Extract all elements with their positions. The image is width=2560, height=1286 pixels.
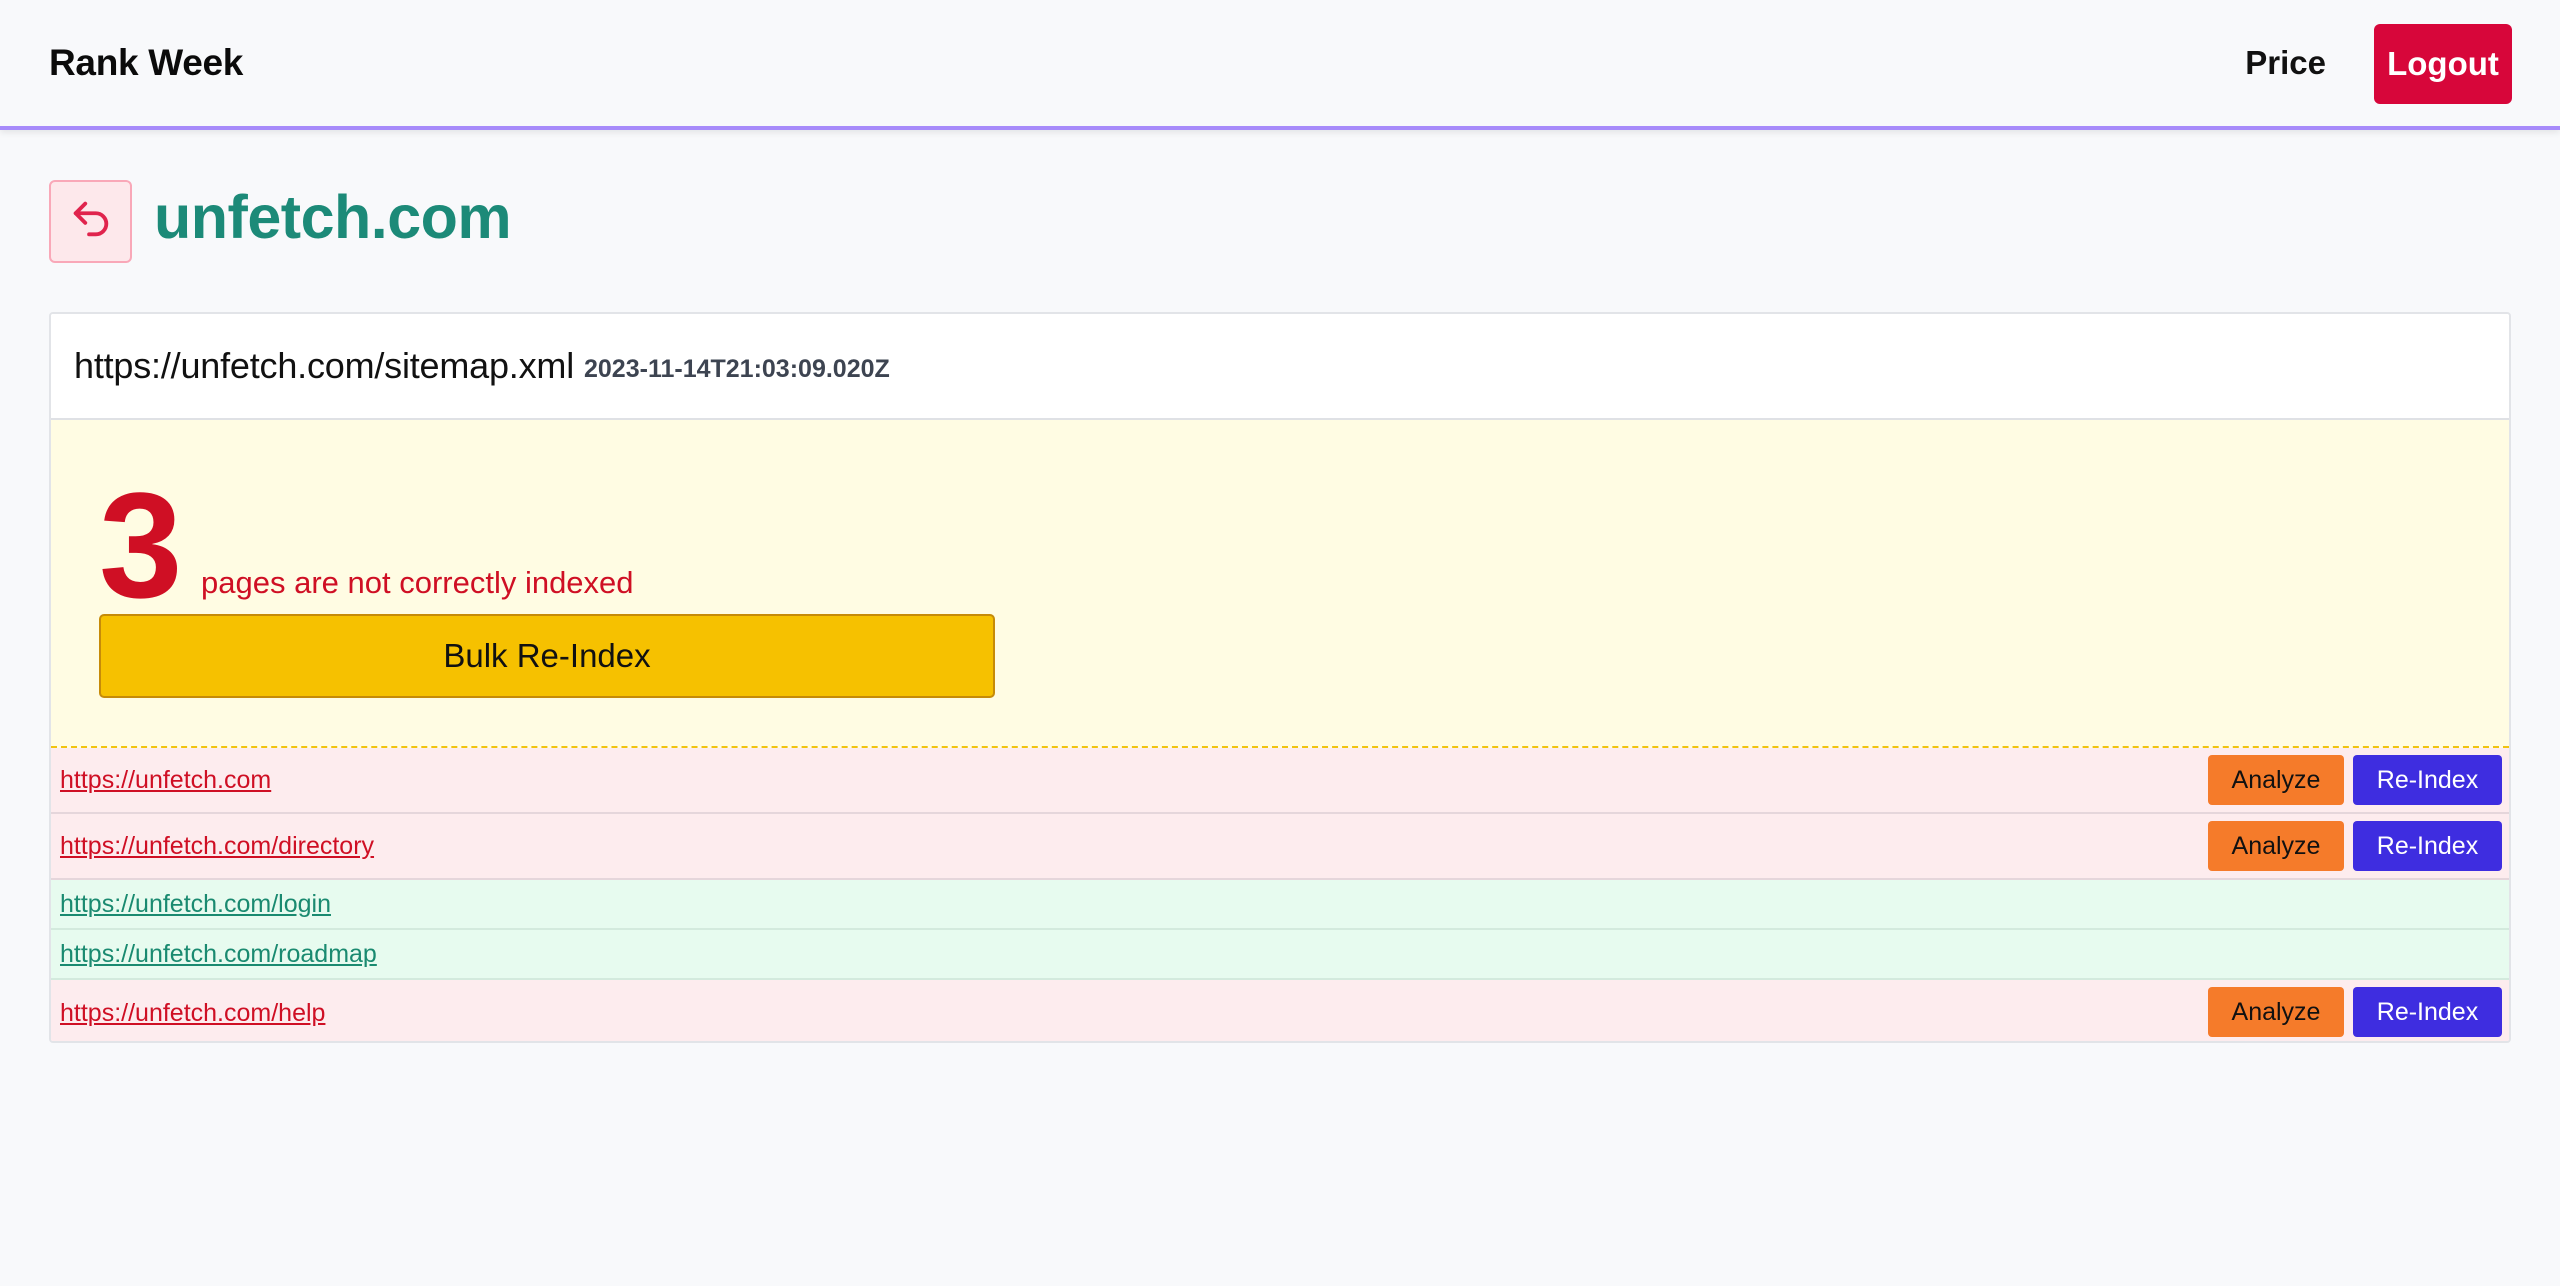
row-actions: Analyze Re-Index (2208, 987, 2502, 1037)
page-url-link[interactable]: https://unfetch.com/help (60, 999, 325, 1028)
sitemap-card-header: https://unfetch.com/sitemap.xml 2023-11-… (51, 314, 2509, 420)
reindex-button[interactable]: Re-Index (2353, 987, 2502, 1037)
url-row: https://unfetch.com/directory Analyze Re… (51, 814, 2509, 880)
sitemap-timestamp: 2023-11-14T21:03:09.020Z (584, 354, 890, 383)
logout-button[interactable]: Logout (2374, 24, 2512, 104)
nav-price-link[interactable]: Price (2245, 44, 2326, 82)
unindexed-count: 3 (99, 461, 183, 629)
sitemap-url: https://unfetch.com/sitemap.xml (74, 345, 574, 386)
url-row: https://unfetch.com/roadmap (51, 930, 2509, 980)
index-alert-panel: 3 pages are not correctly indexed Bulk R… (51, 420, 2509, 748)
analyze-button[interactable]: Analyze (2208, 755, 2344, 805)
analyze-button[interactable]: Analyze (2208, 821, 2344, 871)
page-url-link[interactable]: https://unfetch.com/roadmap (60, 940, 377, 969)
page-url-link[interactable]: https://unfetch.com (60, 766, 271, 795)
reindex-button[interactable]: Re-Index (2353, 821, 2502, 871)
top-navbar: Rank Week Price Logout (0, 0, 2560, 130)
unindexed-message: pages are not correctly indexed (201, 565, 634, 600)
row-actions: Analyze Re-Index (2208, 755, 2502, 805)
undo-arrow-icon (68, 196, 114, 247)
bulk-reindex-button[interactable]: Bulk Re-Index (99, 614, 995, 698)
page-url-link[interactable]: https://unfetch.com/login (60, 890, 331, 919)
reindex-button[interactable]: Re-Index (2353, 755, 2502, 805)
page-title: unfetch.com (154, 183, 512, 251)
url-row: https://unfetch.com/login (51, 880, 2509, 930)
url-row: https://unfetch.com/help Analyze Re-Inde… (51, 980, 2509, 1041)
sitemap-card: https://unfetch.com/sitemap.xml 2023-11-… (49, 312, 2511, 1043)
back-button[interactable] (49, 180, 132, 263)
analyze-button[interactable]: Analyze (2208, 987, 2344, 1037)
url-row: https://unfetch.com Analyze Re-Index (51, 748, 2509, 814)
brand-logo[interactable]: Rank Week (49, 42, 243, 84)
page-url-link[interactable]: https://unfetch.com/directory (60, 832, 374, 861)
row-actions: Analyze Re-Index (2208, 821, 2502, 871)
